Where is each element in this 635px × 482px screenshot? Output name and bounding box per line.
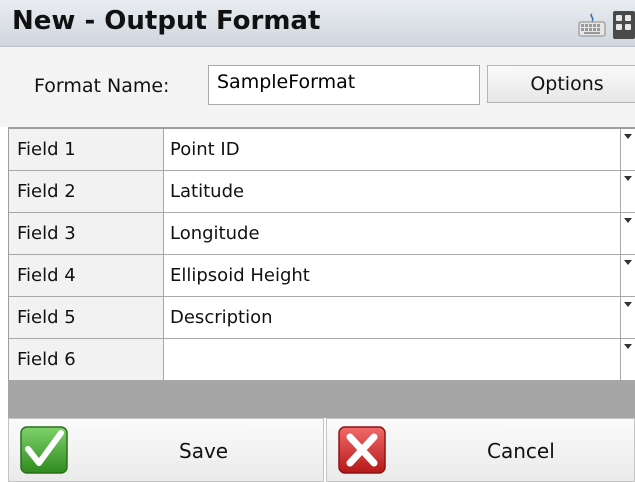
chevron-down-icon[interactable] [620,255,635,296]
chevron-down-icon[interactable] [620,129,635,170]
chevron-down-icon[interactable] [620,339,635,380]
row-header: Field 6 [9,339,164,380]
table-row: Field 3 Longitude [9,213,635,255]
keyboard-icon[interactable] [578,12,606,38]
options-button[interactable]: Options [487,65,635,103]
format-name-section: Format Name: SampleFormat Options [0,47,635,127]
field-value-cell[interactable]: Latitude [164,171,635,212]
field-value-cell[interactable] [164,339,635,380]
chevron-down-icon[interactable] [620,171,635,212]
chevron-down-icon[interactable] [620,213,635,254]
table-row: Field 2 Latitude [9,171,635,213]
cancel-label: Cancel [487,439,555,463]
x-icon [338,426,386,474]
field-value-cell[interactable]: Ellipsoid Height [164,255,635,296]
row-header: Field 4 [9,255,164,296]
cancel-button[interactable]: Cancel [326,418,635,482]
save-button[interactable]: Save [8,418,324,482]
field-value-cell[interactable]: Description [164,297,635,338]
field-value: Point ID [170,139,240,160]
field-value: Longitude [170,223,260,244]
field-value-cell[interactable]: Longitude [164,213,635,254]
field-value: Latitude [170,181,245,202]
table-row: Field 1 Point ID [9,129,635,171]
fields-grid: Field 1 Point ID Field 2 Latitude Field … [8,127,635,381]
field-value: Description [170,307,273,328]
format-name-label: Format Name: [34,75,170,97]
checkmark-icon [20,426,68,474]
row-header: Field 1 [9,129,164,170]
table-row: Field 6 [9,339,635,381]
calculator-icon[interactable] [612,10,635,40]
save-label: Save [179,439,229,463]
row-header: Field 5 [9,297,164,338]
window-title: New - Output Format [12,6,321,36]
row-header: Field 3 [9,213,164,254]
field-value-cell[interactable]: Point ID [164,129,635,170]
field-value: Ellipsoid Height [170,265,310,286]
chevron-down-icon[interactable] [620,297,635,338]
table-row: Field 4 Ellipsoid Height [9,255,635,297]
row-header: Field 2 [9,171,164,212]
table-row: Field 5 Description [9,297,635,339]
format-name-input[interactable]: SampleFormat [208,65,480,105]
title-bar: New - Output Format [0,0,635,47]
grid-footer-band [8,380,635,418]
